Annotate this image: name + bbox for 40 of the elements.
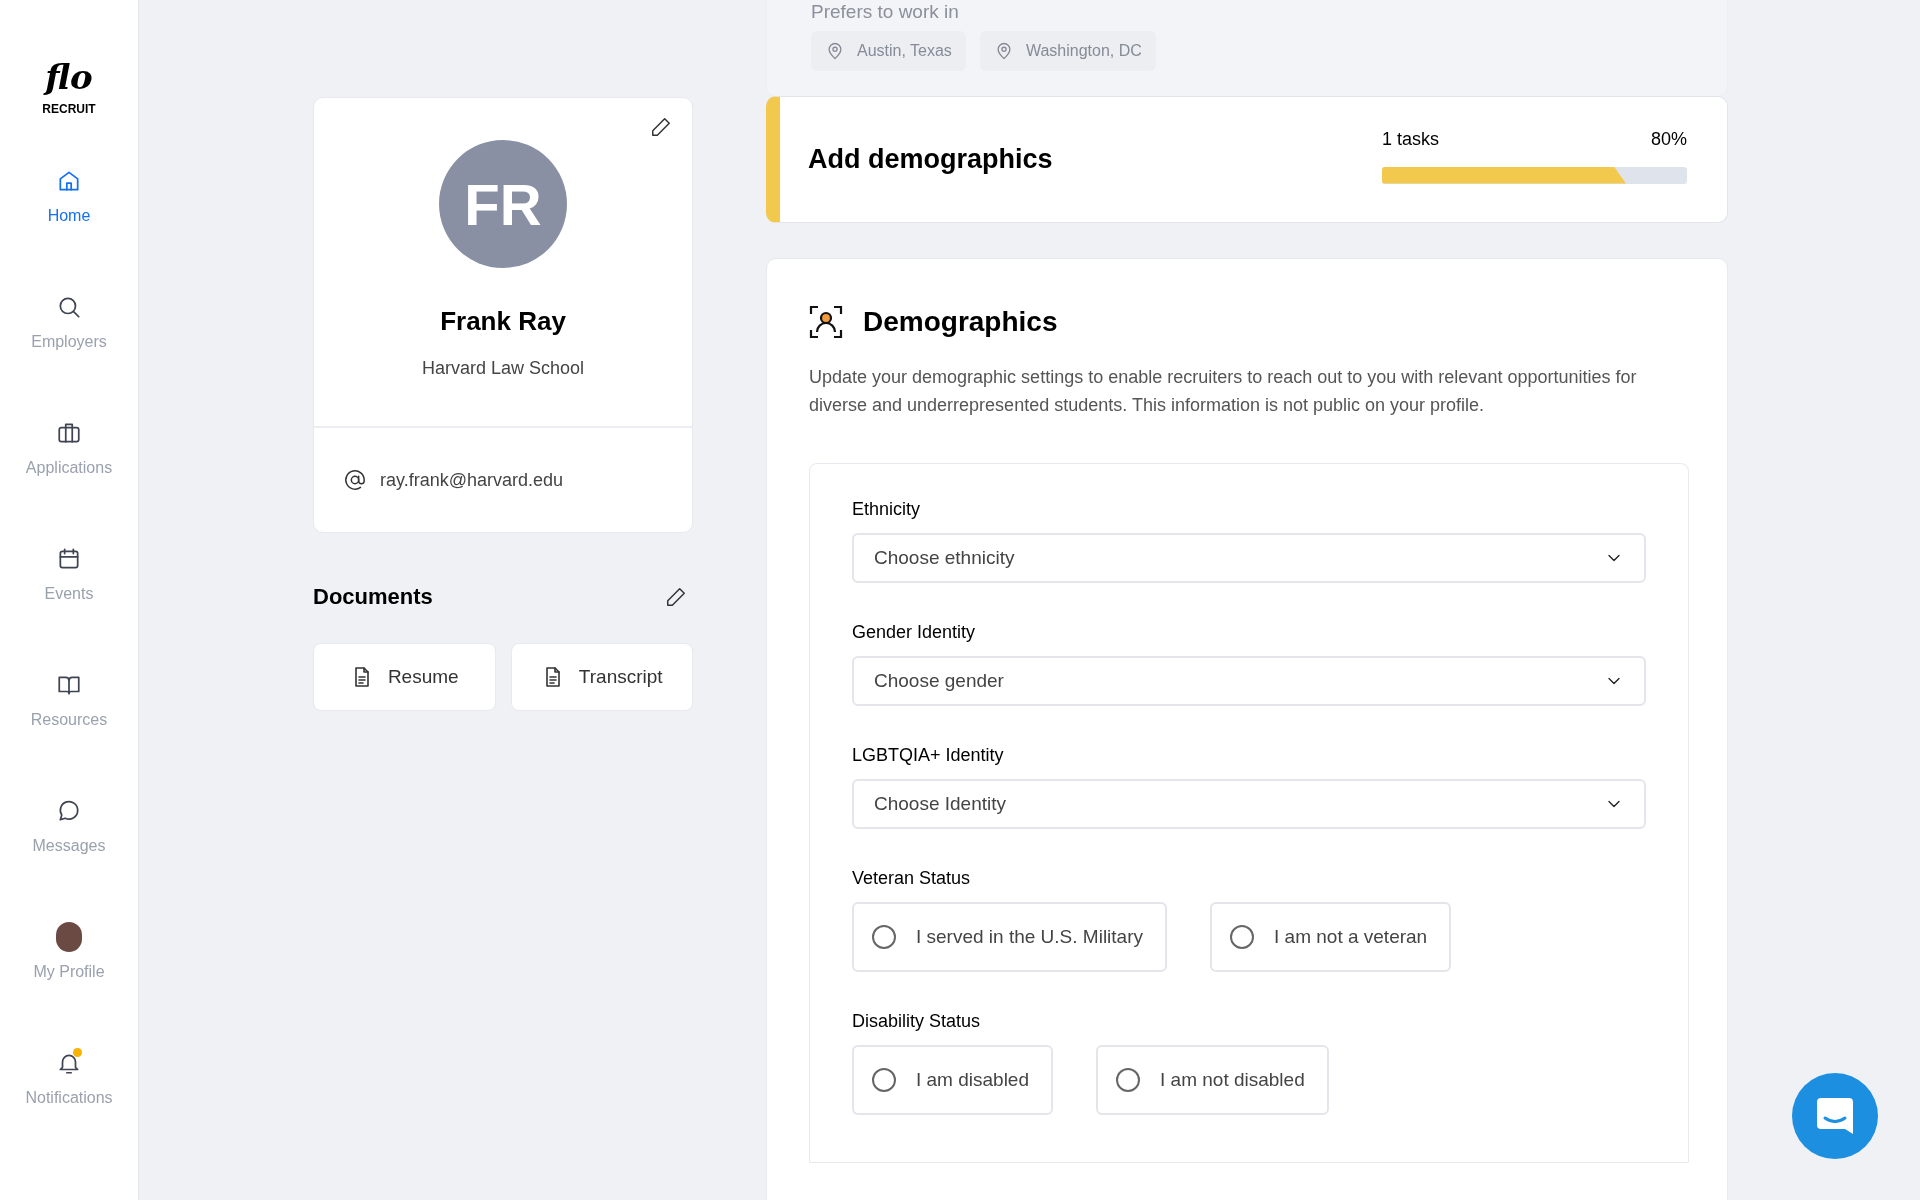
logo-script: flo — [45, 60, 93, 94]
section-description: Update your demographic settings to enable recruiters to reach out to you with relevant opportunities for diverse and underrepresented students. This information is not public on your profile. — [809, 366, 1638, 417]
edit-button[interactable] — [650, 116, 672, 138]
chat-bubble-icon — [56, 798, 82, 824]
nav-item[interactable]: Home — [47, 168, 91, 228]
school-name: Harvard Law School — [421, 357, 585, 380]
task-percent: 80% — [1650, 127, 1687, 151]
briefcase-icon — [56, 420, 82, 446]
radio-option[interactable]: I am not disabled — [1096, 1045, 1329, 1115]
preferences-label: Prefers to work in — [811, 1, 960, 23]
radio-option[interactable]: I am disabled — [852, 1045, 1053, 1115]
avatar-photo-placeholder — [56, 922, 82, 952]
field-label: Gender Identity — [852, 621, 977, 644]
document-button[interactable]: Transcript — [510, 643, 693, 711]
location-tag: Austin, Texas — [811, 31, 966, 71]
pencil-icon — [665, 585, 687, 608]
location-tag: Washington, DC — [979, 31, 1156, 71]
radio-option[interactable]: I am not a veteran — [1210, 902, 1452, 972]
task-count: 1 tasks — [1382, 127, 1440, 151]
logo-wordmark: RECRUIT — [42, 101, 96, 118]
task-title: Add demographics — [808, 143, 1053, 177]
pencil-icon — [650, 116, 672, 138]
field-label: LGBTQIA+ Identity — [852, 744, 1005, 767]
field-label: Disability Status — [852, 1010, 982, 1033]
document-button[interactable]: Resume — [313, 643, 496, 711]
profile-name: Frank Ray — [440, 305, 566, 338]
field-label: Veteran Status — [852, 867, 972, 890]
dropdown[interactable]: Choose gender — [852, 656, 1646, 706]
email-address: ray.frank@harvard.edu — [380, 468, 564, 492]
section-title: Demographics — [863, 305, 1058, 339]
at-sign-icon — [344, 469, 366, 491]
person-scan-icon — [809, 305, 843, 339]
avatar-initials: FR — [439, 140, 567, 268]
dropdown[interactable]: Choose ethnicity — [852, 533, 1646, 583]
documents-heading: Documents — [313, 583, 433, 611]
field-label: Ethnicity — [852, 498, 922, 521]
calendar-icon — [56, 546, 82, 572]
radio-option[interactable]: I served in the U.S. Military — [852, 902, 1168, 972]
edit-button[interactable] — [665, 585, 687, 608]
dropdown[interactable]: Choose Identity — [852, 779, 1646, 829]
